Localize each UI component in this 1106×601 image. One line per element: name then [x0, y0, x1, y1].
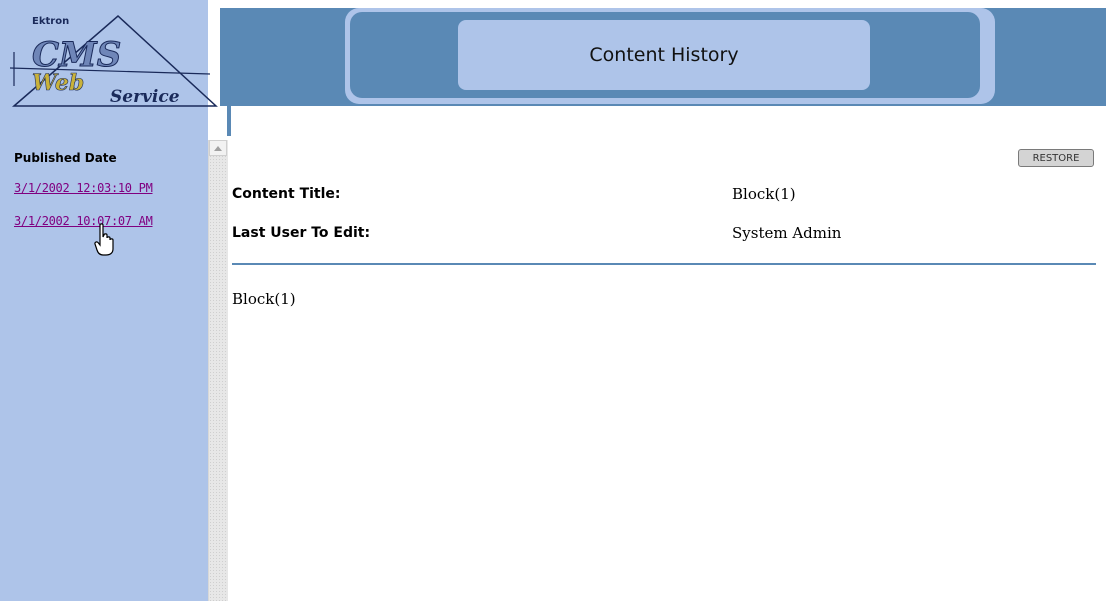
history-link-2[interactable]: 3/1/2002 10:07:07 AM: [14, 214, 153, 228]
logo-web: Web: [32, 70, 84, 96]
last-user-label: Last User To Edit:: [232, 225, 371, 241]
page-title: Content History: [589, 44, 739, 66]
header-top-strip: [220, 0, 1106, 8]
page-title-box: Content History: [458, 20, 870, 90]
logo-cms: CMS: [32, 35, 121, 75]
content-divider: [232, 263, 1096, 265]
content-title-label: Content Title:: [232, 186, 341, 202]
published-date-heading: Published Date: [14, 151, 117, 165]
last-user-value: System Admin: [732, 224, 842, 242]
content-title-value: Block(1): [732, 185, 796, 203]
content-frame-edge: [227, 106, 231, 136]
logo-brand: Ektron: [32, 16, 69, 27]
restore-button[interactable]: RESTORE: [1018, 149, 1094, 167]
content-body: Block(1): [232, 290, 296, 308]
logo-service: Service: [110, 87, 180, 107]
sidebar-scrollbar[interactable]: [208, 140, 228, 601]
scroll-up-arrow-icon[interactable]: [209, 140, 227, 156]
ektron-cms-logo: Ektron CMS Web Service: [10, 14, 218, 107]
history-link-1[interactable]: 3/1/2002 12:03:10 PM: [14, 181, 153, 195]
hand-pointer-cursor-icon: [94, 223, 114, 256]
